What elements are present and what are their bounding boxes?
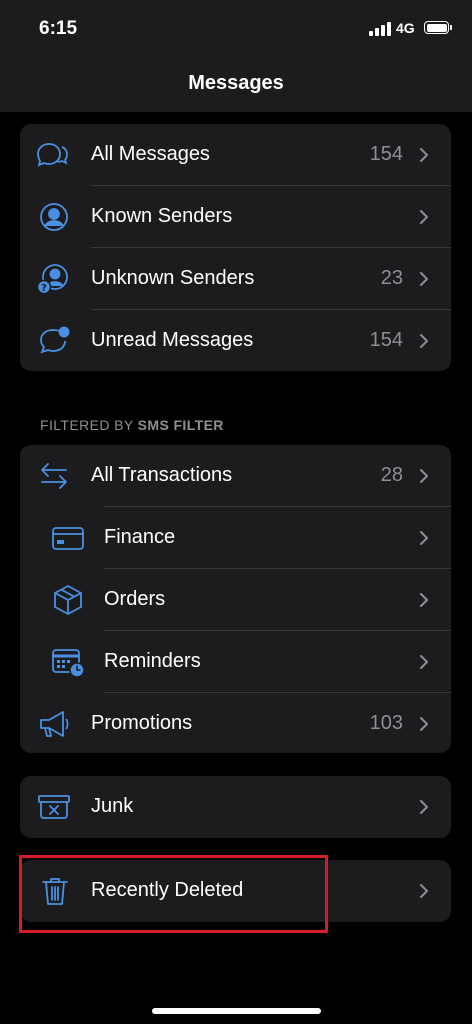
junk-bin-icon (38, 795, 70, 819)
navigation-bar: Messages (0, 58, 472, 112)
megaphone-icon (40, 711, 69, 737)
all-messages-row[interactable]: All Messages 154 (20, 124, 451, 186)
chevron-right-icon (420, 148, 428, 162)
chevron-right-icon (420, 884, 428, 898)
all-transactions-label: All Transactions (91, 464, 233, 486)
calendar-clock-icon (52, 649, 85, 678)
unknown-senders-row[interactable]: ? Unknown Senders 23 (20, 248, 451, 310)
section-header-filter-name: SMS FILTER (137, 417, 224, 433)
chevron-right-icon (420, 717, 428, 731)
all-messages-label: All Messages (91, 143, 210, 165)
junk-group: Junk (20, 776, 451, 838)
junk-row[interactable]: Junk (20, 776, 451, 838)
highlight-box (19, 855, 328, 933)
arrows-left-right-icon (41, 463, 67, 489)
promotions-count: 103 (369, 712, 403, 734)
known-senders-label: Known Senders (91, 205, 233, 227)
status-time: 6:15 (39, 18, 78, 39)
package-box-icon (54, 585, 82, 615)
sms-filter-group: All Transactions 28 Finance Orders Remin… (20, 445, 451, 753)
all-transactions-count: 28 (380, 464, 403, 486)
chat-unread-icon (40, 326, 70, 354)
unread-messages-count: 154 (369, 329, 403, 351)
unknown-senders-count: 23 (380, 267, 403, 289)
junk-label: Junk (91, 795, 134, 817)
finance-label: Finance (104, 526, 176, 548)
credit-card-icon (52, 527, 84, 550)
cellular-signal-icon (369, 22, 391, 36)
status-bar: 6:15 4G (0, 0, 472, 58)
chevron-right-icon (420, 334, 428, 348)
unread-messages-label: Unread Messages (91, 329, 254, 351)
orders-row[interactable]: Orders (20, 569, 451, 631)
section-header: FILTERED BY SMS FILTER (40, 417, 224, 433)
chevron-right-icon (420, 210, 428, 224)
network-type: 4G (396, 20, 415, 36)
promotions-label: Promotions (91, 712, 193, 734)
finance-row[interactable]: Finance (20, 507, 451, 569)
unread-messages-row[interactable]: Unread Messages 154 (20, 310, 451, 371)
known-senders-row[interactable]: Known Senders (20, 186, 451, 248)
chevron-right-icon (420, 800, 428, 814)
chevron-right-icon (420, 531, 428, 545)
promotions-row[interactable]: Promotions 103 (20, 693, 451, 753)
page-title: Messages (188, 72, 284, 94)
chevron-right-icon (420, 655, 428, 669)
orders-label: Orders (104, 588, 166, 610)
inbox-group: All Messages 154 Known Senders ? Unknown… (20, 124, 451, 371)
person-question-icon: ? (36, 264, 68, 295)
all-messages-count: 154 (369, 143, 403, 165)
unknown-senders-label: Unknown Senders (91, 267, 255, 289)
person-circle-icon (40, 203, 68, 231)
all-transactions-row[interactable]: All Transactions 28 (20, 445, 451, 507)
reminders-row[interactable]: Reminders (20, 631, 451, 693)
chevron-right-icon (420, 593, 428, 607)
home-indicator[interactable] (152, 1008, 321, 1014)
reminders-label: Reminders (104, 650, 201, 672)
chevron-right-icon (420, 272, 428, 286)
battery-icon (424, 21, 452, 34)
chat-bubbles-icon (37, 143, 68, 167)
svg-text:?: ? (41, 283, 47, 294)
section-header-prefix: FILTERED BY (40, 417, 138, 433)
chevron-right-icon (420, 469, 428, 483)
